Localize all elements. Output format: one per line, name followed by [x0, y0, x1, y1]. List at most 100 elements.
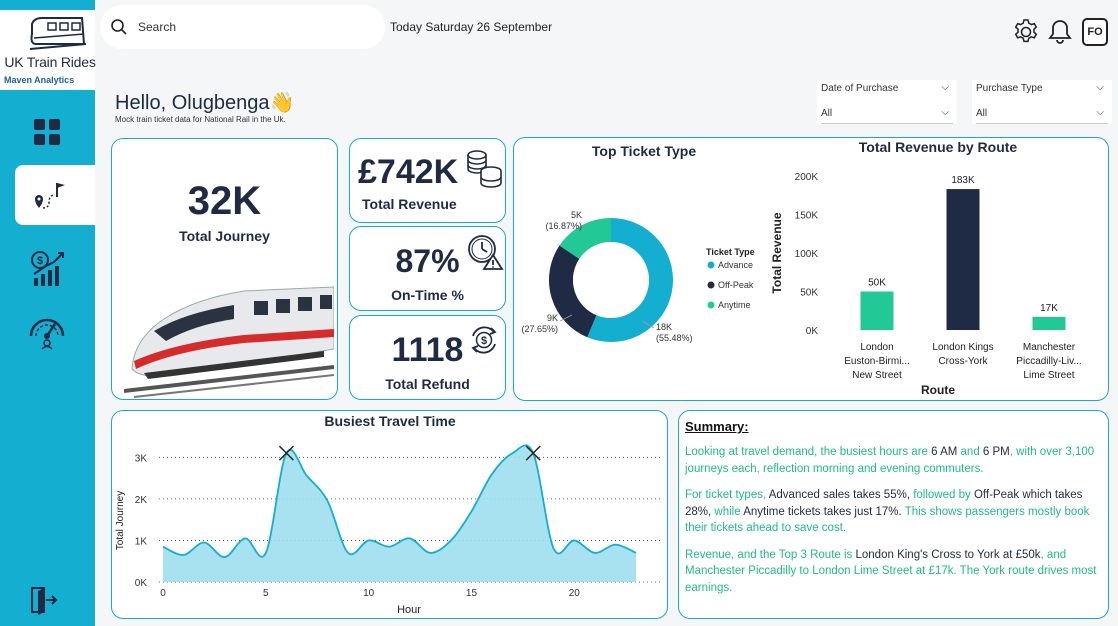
x-tick-label: Piccadilly-Liv...: [1016, 356, 1081, 367]
bar: [860, 291, 894, 330]
revenue-growth-icon: $: [31, 251, 64, 286]
app-title: UK Train Rides: [4, 54, 96, 70]
data-label: 5K: [571, 210, 582, 220]
legend-marker: [707, 261, 715, 269]
ticket-revenue-card: Top Ticket Type 18K (55.48%) 9K (27.65%) 5K (1…: [513, 137, 1109, 401]
speedometer-icon: [29, 318, 65, 350]
coins-icon: [467, 150, 502, 188]
x-tick-label: 5: [263, 588, 269, 599]
filter-label: Date of Purchase: [821, 83, 899, 94]
refund-icon: $: [471, 326, 497, 354]
y-tick-label: 200K: [795, 172, 819, 183]
kpi-total-revenue-card: £742K Total Revenue: [349, 138, 506, 223]
x-axis-label: Route: [921, 383, 955, 397]
bar-data-label: 183K: [951, 175, 975, 186]
x-tick-label: 0: [160, 588, 166, 599]
app-logo: UK Train Rides Maven Analytics: [0, 10, 96, 90]
summary-text: For ticket types,: [685, 489, 769, 501]
donut-hole: [573, 242, 649, 318]
bar: [946, 189, 980, 330]
x-tick-label: 10: [363, 588, 375, 599]
summary-paragraph-demand: Looking at travel demand, the busiest ho…: [685, 444, 1100, 477]
train-logo-icon: [29, 17, 87, 50]
kpi-label: On-Time %: [391, 287, 464, 303]
summary-text: 6 AM: [931, 446, 958, 458]
kpi-value: 32K: [187, 179, 262, 223]
area-chart: Busiest Travel Time 0K 1K 2K 3K 0 5 10 15 20 Total…: [115, 413, 660, 616]
chevron-down-icon: ⌵: [941, 107, 949, 118]
legend-title: Ticket Type: [706, 247, 755, 257]
data-label: 18K: [656, 322, 672, 332]
data-label: 9K: [547, 313, 558, 323]
kpi-total-refund-card: 1118 $ Total Refund: [349, 315, 506, 400]
y-tick-label: 3K: [135, 453, 148, 464]
app-subtitle: Maven Analytics: [4, 75, 75, 85]
bar-chart: Total Revenue by Route 0K 50K 100K 150K 200K T…: [770, 139, 1082, 397]
svg-text:$: $: [37, 255, 43, 267]
route-icon: [35, 183, 65, 209]
search-placeholder: Search: [138, 20, 177, 34]
wave-emoji: 👋: [269, 92, 295, 114]
filter-purchase-type[interactable]: Purchase Type ⌵ All ⌵: [972, 80, 1112, 124]
divider: [821, 123, 953, 124]
chart-title: Busiest Travel Time: [324, 413, 455, 429]
greeting-subtitle: Mock train ticket data for National Rail…: [115, 115, 286, 124]
legend-item: Advance: [718, 260, 753, 270]
greeting-title: Hello, Olugbenga👋: [115, 90, 294, 115]
chart-title: Total Revenue by Route: [859, 139, 1018, 155]
summary-text: and: [957, 446, 983, 458]
data-label-pct: (27.65%): [521, 324, 558, 334]
kpi-label: Total Revenue: [362, 196, 457, 212]
y-axis-label: Total Journey: [115, 491, 126, 550]
user-avatar[interactable]: FO: [1082, 18, 1108, 46]
x-tick-label: London: [860, 342, 893, 353]
summary-text: while: [711, 505, 744, 518]
x-tick-label: Euston-Birmi...: [844, 356, 910, 367]
legend-marker: [707, 301, 715, 309]
legend-item: Anytime: [718, 300, 751, 310]
bar-data-label: 17K: [1040, 303, 1058, 314]
summary-text: 6 PM: [982, 446, 1010, 458]
kpi-label: Total Refund: [385, 376, 470, 392]
filter-value: All: [976, 108, 988, 119]
kpi-total-journey-card: 32K Total Journey: [111, 138, 338, 400]
data-label-pct: (55.48%): [656, 333, 693, 343]
x-tick-label: 20: [569, 588, 581, 599]
filter-label: Purchase Type: [976, 83, 1043, 94]
bullet-train-image: [124, 286, 334, 398]
donut-chart: Top Ticket Type 18K(55.48%) 9K(27.65%) 5K(1…: [521, 143, 755, 343]
y-tick-label: 1K: [135, 536, 148, 547]
kpi-value: £742K: [358, 153, 459, 191]
data-label-pct: (16.87%): [545, 221, 582, 231]
sidebar: UK Train Rides Maven Analytics $: [0, 0, 96, 626]
summary-card: Summary: Looking at travel demand, the b…: [678, 410, 1109, 619]
nav-route[interactable]: [22, 170, 72, 220]
summary-paragraph-ticket-types: For ticket types, Advanced sales takes 5…: [685, 487, 1100, 537]
x-tick-label: Manchester: [1023, 342, 1076, 353]
bell-icon[interactable]: [1048, 18, 1072, 46]
y-tick-label: 100K: [795, 249, 819, 260]
nav-performance[interactable]: [22, 305, 72, 355]
clock-warning-icon: [468, 235, 504, 270]
nav-dashboard[interactable]: [22, 107, 72, 157]
kpi-label: Total Journey: [179, 228, 270, 244]
search-icon: [111, 19, 127, 35]
summary-paragraph-revenue: Revenue, and the Top 3 Route is London K…: [685, 547, 1100, 597]
x-tick-label: 15: [466, 588, 478, 599]
x-axis-label: Hour: [397, 604, 421, 616]
chevron-down-icon: ⌵: [1096, 82, 1104, 93]
greeting-text: Hello, Olugbenga: [115, 92, 270, 114]
x-tick-label: New Street: [852, 370, 902, 381]
filter-date-of-purchase[interactable]: Date of Purchase ⌵ All ⌵: [817, 80, 957, 124]
chevron-down-icon: ⌵: [941, 82, 949, 93]
nav-revenue[interactable]: $: [22, 244, 72, 294]
divider: [976, 123, 1108, 124]
dashboard-icon: [34, 119, 60, 145]
summary-title: Summary:: [685, 419, 749, 434]
logout-button[interactable]: [28, 585, 58, 620]
busiest-travel-time-card: Busiest Travel Time 0K 1K 2K 3K 0 5 10 15 20 Total…: [111, 410, 668, 619]
y-tick-label: 50K: [800, 288, 818, 299]
summary-text: Looking at travel demand, the busiest ho…: [685, 446, 932, 458]
current-date: Today Saturday 26 September: [390, 20, 553, 34]
gear-icon[interactable]: [1012, 18, 1040, 46]
